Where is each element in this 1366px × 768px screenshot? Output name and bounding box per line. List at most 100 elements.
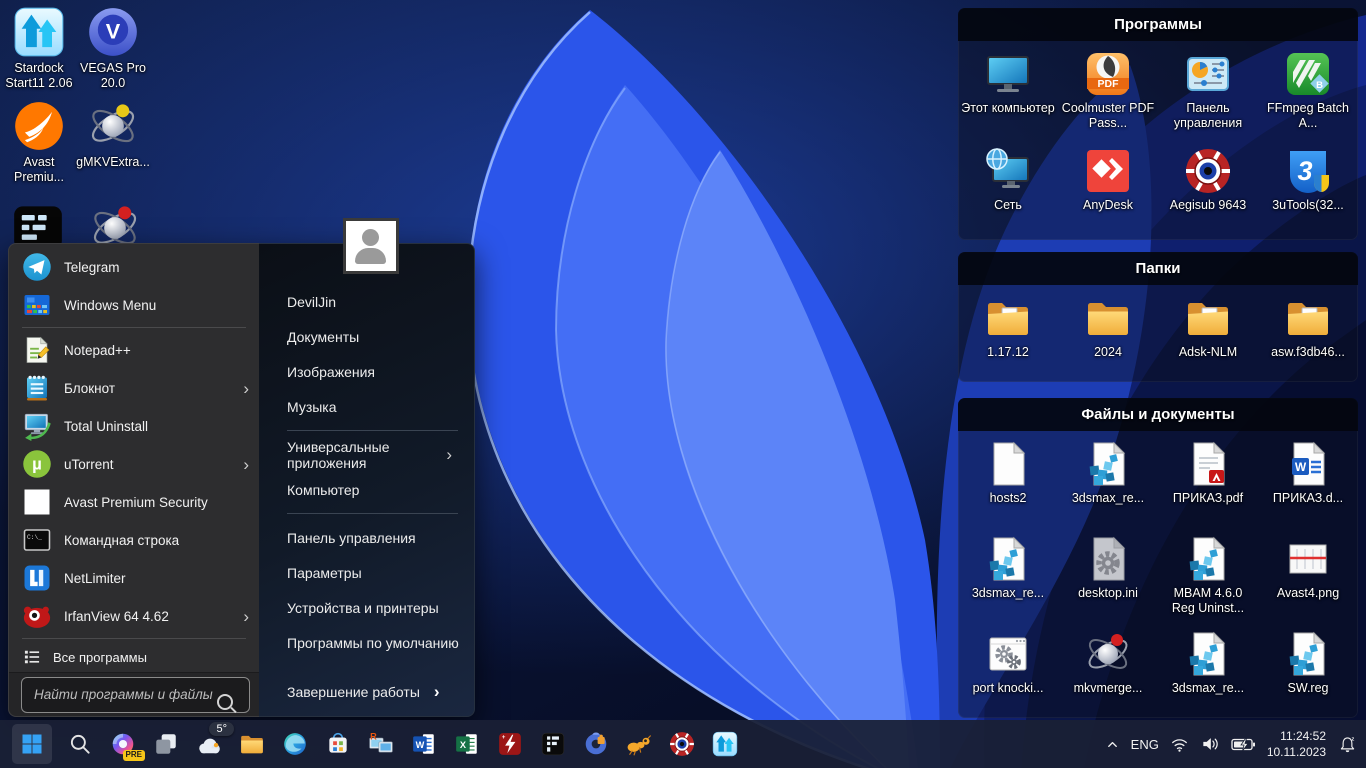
start-menu-item-total-uninstall[interactable]: Total Uninstall xyxy=(9,407,259,445)
fence-item[interactable]: mkvmerge... xyxy=(1060,630,1156,718)
start-menu-item-notepad[interactable]: Блокнот› xyxy=(9,369,259,407)
task-view-button[interactable] xyxy=(151,726,181,762)
desktop-icon-gmkvextract[interactable]: gMKVExtra... xyxy=(74,100,152,170)
devices-printers-link[interactable]: Устройства и принтеры xyxy=(287,590,474,625)
all-programs-button[interactable]: Все программы xyxy=(9,642,259,672)
desktop-icon-label: VEGAS Pro 20.0 xyxy=(74,61,152,91)
microsoft-store-button[interactable] xyxy=(323,726,353,762)
fence-title[interactable]: Папки xyxy=(958,252,1358,285)
music-link[interactable]: Музыка xyxy=(287,389,474,424)
notification-bell-icon[interactable] xyxy=(1337,734,1358,755)
pdf-app-icon xyxy=(1084,50,1132,98)
fence-item[interactable]: SW.reg xyxy=(1260,630,1356,718)
search-icon[interactable] xyxy=(217,694,233,710)
taskbar-search-button[interactable] xyxy=(65,726,95,762)
user-name-link[interactable]: DevilJin xyxy=(287,284,474,319)
fence-item[interactable]: MBAM 4.6.0 Reg Uninst... xyxy=(1160,535,1256,630)
fence-body: 1.17.12 2024 Adsk-NLM asw.f3db46... xyxy=(958,285,1358,382)
start-menu-item-utorrent[interactable]: uTorrent› xyxy=(9,445,259,483)
start-menu-item-windows-menu[interactable]: Windows Menu xyxy=(9,286,259,324)
fence-item[interactable]: AnyDesk xyxy=(1060,147,1156,240)
control-panel-link[interactable]: Панель управления xyxy=(287,520,474,555)
start-menu-item-irfanview[interactable]: IrfanView 64 4.62› xyxy=(9,597,259,635)
weather-temp-badge: 5° xyxy=(209,722,234,736)
fence-item[interactable]: Adsk-NLM xyxy=(1160,294,1256,382)
lightning-app-button[interactable] xyxy=(495,726,525,762)
radmin-icon xyxy=(368,731,394,757)
folder-icon xyxy=(239,731,265,757)
fences-button[interactable] xyxy=(538,726,568,762)
file-explorer-button[interactable] xyxy=(237,726,267,762)
edge-button[interactable] xyxy=(280,726,310,762)
documents-link[interactable]: Документы xyxy=(287,319,474,354)
fence-item[interactable]: Aegisub 9643 xyxy=(1160,147,1256,240)
copilot-button[interactable]: PRE xyxy=(108,726,138,762)
radmin-button[interactable] xyxy=(366,726,396,762)
start11-button[interactable] xyxy=(710,726,740,762)
fence-item[interactable]: 1.17.12 xyxy=(960,294,1056,382)
fence-item[interactable]: 3dsmax_re... xyxy=(960,535,1056,630)
fence-item[interactable]: 3dsmax_re... xyxy=(1160,630,1256,718)
start-menu-item-netlimiter[interactable]: NetLimiter xyxy=(9,559,259,597)
start-menu-item-telegram[interactable]: Telegram xyxy=(9,248,259,286)
wifi-icon[interactable] xyxy=(1170,735,1189,754)
start-menu-item-cmd[interactable]: Командная строка xyxy=(9,521,259,559)
start-menu-item-notepad-plus[interactable]: Notepad++ xyxy=(9,331,259,369)
shutdown-button[interactable]: Завершение работы› xyxy=(287,683,440,700)
word-button[interactable] xyxy=(409,726,439,762)
universal-apps-link[interactable]: Универсальные приложения› xyxy=(287,437,474,472)
search-input[interactable] xyxy=(21,677,250,713)
fence-item[interactable]: Avast4.png xyxy=(1260,535,1356,630)
fence-item[interactable]: ПРИКАЗ.pdf xyxy=(1160,440,1256,535)
user-avatar[interactable] xyxy=(343,218,399,274)
aegisub-button[interactable] xyxy=(667,726,697,762)
excel-icon xyxy=(454,731,480,757)
total-uninstall-icon xyxy=(22,411,52,441)
fence-item[interactable]: port knocki... xyxy=(960,630,1056,718)
fence-programs: Программы Этот компьютер Coolmuster PDF … xyxy=(958,8,1358,240)
divider xyxy=(287,430,458,431)
weather-widget-button[interactable]: 5° xyxy=(194,726,224,762)
desktop-icon-start11[interactable]: Stardock Start11 2.06 xyxy=(0,6,78,91)
fence-item[interactable]: Этот компьютер xyxy=(960,50,1056,147)
pictures-link[interactable]: Изображения xyxy=(287,354,474,389)
fence-item[interactable]: 3uTools(32... xyxy=(1260,147,1356,240)
start-menu-item-avast[interactable]: Avast Premium Security xyxy=(9,483,259,521)
ini-file-icon xyxy=(1084,535,1132,583)
start11-icon xyxy=(712,731,738,757)
chevron-right-icon: › xyxy=(434,683,440,700)
avast-icon xyxy=(13,100,65,152)
fence-item[interactable]: asw.f3db46... xyxy=(1260,294,1356,382)
flashget-button[interactable] xyxy=(624,726,654,762)
fence-item[interactable]: FFmpeg Batch A... xyxy=(1260,50,1356,147)
windows-menu-icon xyxy=(22,290,52,320)
fence-title[interactable]: Файлы и документы xyxy=(958,398,1358,431)
fence-item[interactable]: desktop.ini xyxy=(1060,535,1156,630)
volume-icon[interactable] xyxy=(1200,734,1220,754)
excel-button[interactable] xyxy=(452,726,482,762)
settings-link[interactable]: Параметры xyxy=(287,555,474,590)
puzzle-app-button[interactable] xyxy=(581,726,611,762)
search-icon xyxy=(67,731,93,757)
clock[interactable]: 11:24:52 10.11.2023 xyxy=(1267,728,1326,760)
fence-files: Файлы и документы hosts2 3dsmax_re... ПР… xyxy=(958,398,1358,718)
desktop-icon-vegas[interactable]: VEGAS Pro 20.0 xyxy=(74,6,152,91)
fence-item[interactable]: Coolmuster PDF Pass... xyxy=(1060,50,1156,147)
fence-item[interactable]: 2024 xyxy=(1060,294,1156,382)
fence-item[interactable]: Сеть xyxy=(960,147,1056,240)
fence-item[interactable]: ПРИКАЗ.d... xyxy=(1260,440,1356,535)
battery-icon[interactable] xyxy=(1231,737,1256,752)
computer-link[interactable]: Компьютер xyxy=(287,472,474,507)
clock-date: 10.11.2023 xyxy=(1267,744,1326,760)
start-button[interactable] xyxy=(12,724,52,764)
language-indicator[interactable]: ENG xyxy=(1131,737,1159,752)
fence-title[interactable]: Программы xyxy=(958,8,1358,41)
tray-chevron-up-icon[interactable] xyxy=(1105,737,1120,752)
fence-item[interactable]: Панель управления xyxy=(1160,50,1256,147)
desktop-icon-label: gMKVExtra... xyxy=(76,155,150,170)
fence-item[interactable]: 3dsmax_re... xyxy=(1060,440,1156,535)
default-programs-link[interactable]: Программы по умолчанию xyxy=(287,625,474,660)
fence-item[interactable]: hosts2 xyxy=(960,440,1056,535)
registry-file-icon xyxy=(1184,535,1232,583)
desktop-icon-avast[interactable]: Avast Premiu... xyxy=(0,100,78,185)
